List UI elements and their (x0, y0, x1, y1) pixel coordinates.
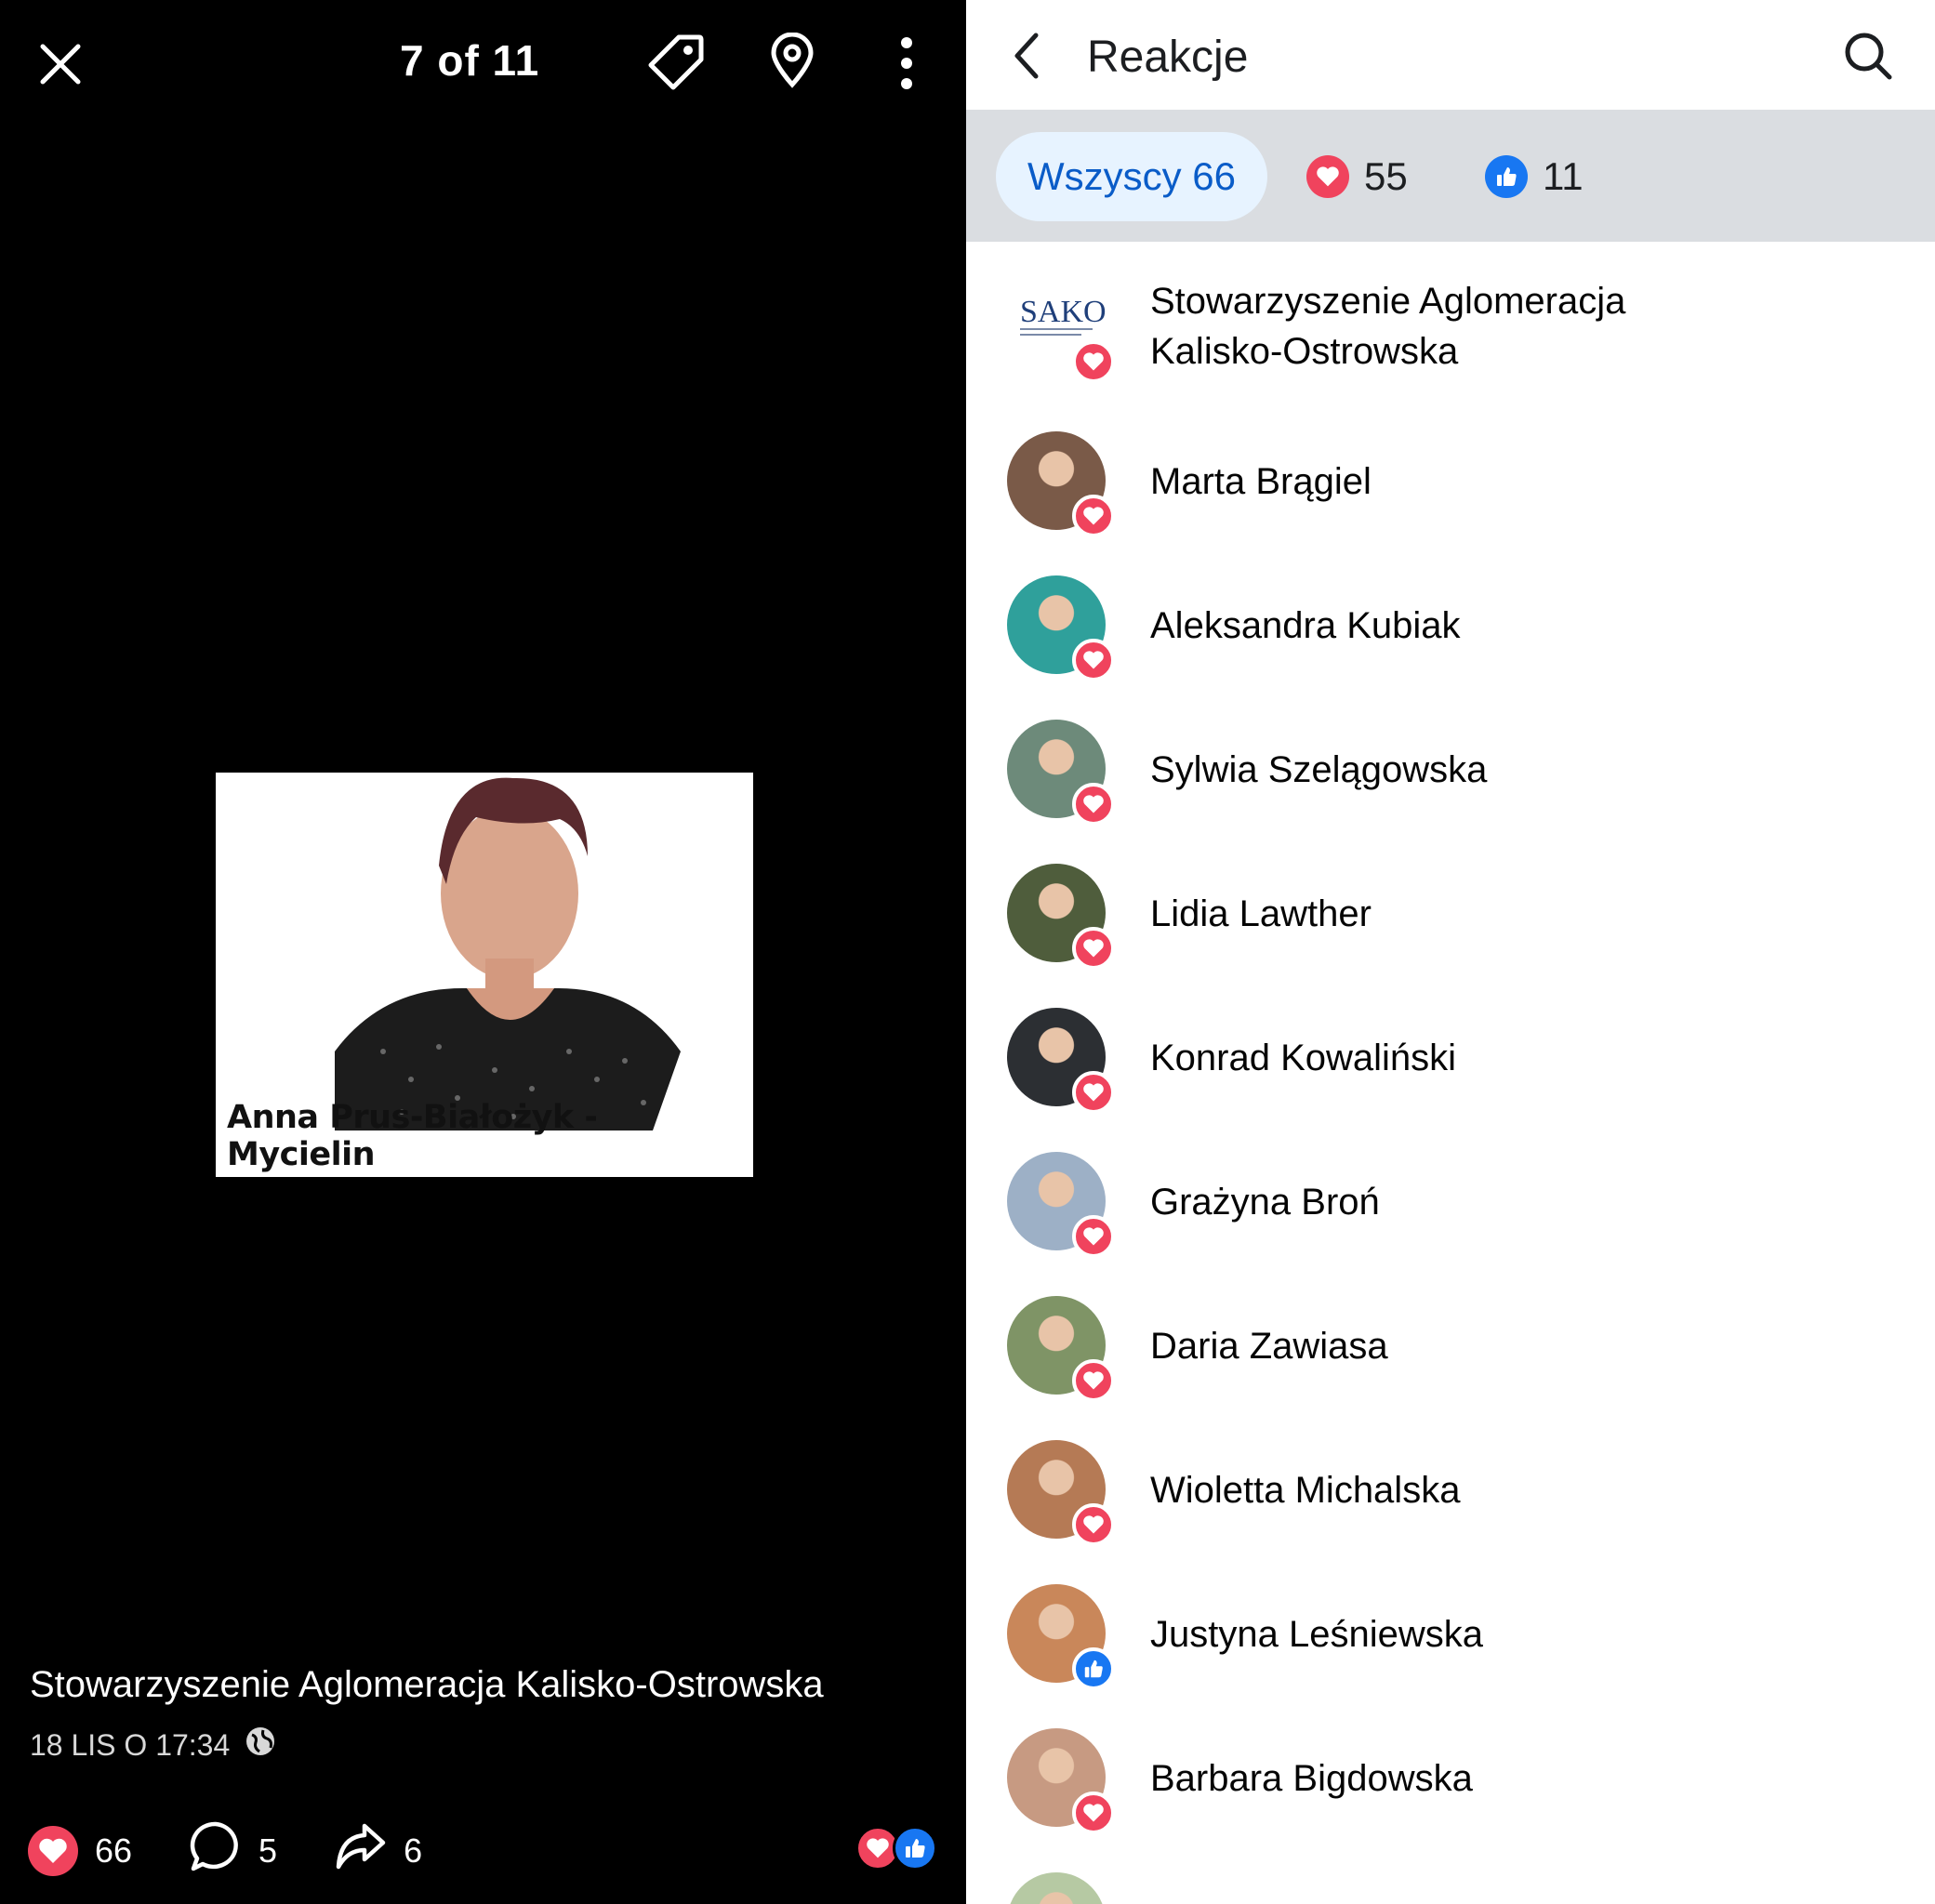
comments-count: 5 (258, 1831, 278, 1870)
reactor-name[interactable]: Lidia Lawther (1150, 889, 1372, 939)
reaction-row[interactable]: Konrad Kowaliński (966, 985, 1935, 1130)
viewer-toolbar: 7 of 11 (0, 0, 966, 130)
reactions-panel: Reakcje Wszyscy 66 55 11 SAKO Stowarzysze… (966, 0, 1935, 1904)
reaction-row[interactable]: Małgorzata Parczyńska (966, 1850, 1935, 1904)
like-badge-icon (1072, 1647, 1115, 1690)
reaction-button[interactable]: 66 (28, 1825, 133, 1876)
reactor-name[interactable]: Justyna Leśniewska (1150, 1609, 1483, 1659)
back-arrow-icon[interactable] (1007, 30, 1044, 82)
shares-count: 6 (404, 1831, 423, 1870)
search-icon[interactable] (1842, 30, 1894, 82)
close-icon[interactable] (33, 37, 87, 91)
reaction-filter-bar: Wszyscy 66 55 11 (966, 110, 1935, 242)
like-count: 11 (1543, 154, 1584, 198)
reactions-header: Reakcje (966, 0, 1935, 110)
reactor-name[interactable]: Sylwia Szelągowska (1150, 745, 1487, 795)
reactions-list: SAKO Stowarzyszenie Aglomeracja Kalisko-O… (966, 244, 1935, 1904)
share-button[interactable]: 6 (335, 1822, 422, 1879)
reactor-name[interactable]: Daria Zawiasa (1150, 1321, 1388, 1371)
love-badge-icon (1072, 639, 1115, 681)
love-badge-icon (1072, 1071, 1115, 1114)
globe-icon (245, 1726, 276, 1765)
reactor-name[interactable]: Stowarzyszenie Aglomeracja Kalisko-Ostro… (1150, 276, 1727, 377)
avatar[interactable] (1007, 1872, 1106, 1904)
comment-button[interactable]: 5 (190, 1820, 277, 1881)
like-icon (1485, 155, 1528, 198)
love-icon (1306, 155, 1349, 198)
photo-counter: 7 of 11 (400, 36, 540, 85)
svg-text:SAKO: SAKO (1020, 295, 1106, 329)
love-badge-icon (1072, 340, 1115, 383)
love-badge-icon (1072, 1792, 1115, 1834)
reactor-name[interactable]: Aleksandra Kubiak (1150, 601, 1461, 651)
reaction-row[interactable]: Daria Zawiasa (966, 1274, 1935, 1418)
reaction-row[interactable]: Justyna Leśniewska (966, 1562, 1935, 1706)
filter-like-chip[interactable]: 11 (1485, 132, 1584, 221)
post-meta: 18 LIS O 17:34 (30, 1726, 276, 1765)
reactor-name[interactable]: Grażyna Broń (1150, 1177, 1380, 1227)
love-badge-icon (1072, 1215, 1115, 1258)
love-icon (28, 1825, 78, 1876)
reactions-count: 66 (95, 1831, 133, 1870)
photo-caption: Anna Prus-Białożyk - Mycielin (227, 1099, 598, 1173)
reactor-name[interactable]: Konrad Kowaliński (1150, 1033, 1456, 1083)
tag-icon[interactable] (645, 32, 707, 93)
post-author[interactable]: Stowarzyszenie Aglomeracja Kalisko-Ostro… (30, 1664, 824, 1706)
share-icon (335, 1822, 387, 1879)
love-badge-icon (1072, 927, 1115, 970)
reactor-name[interactable]: Marta Brągiel (1150, 456, 1372, 507)
more-options-icon[interactable] (893, 35, 921, 91)
reactor-name[interactable]: Wioletta Michalska (1150, 1465, 1460, 1515)
filter-love-chip[interactable]: 55 (1306, 132, 1408, 221)
reaction-row[interactable]: Wioletta Michalska (966, 1418, 1935, 1562)
love-badge-icon (1072, 495, 1115, 537)
reaction-row[interactable]: Aleksandra Kubiak (966, 553, 1935, 697)
filter-all-chip[interactable]: Wszyscy 66 (996, 132, 1268, 221)
reaction-row[interactable]: Lidia Lawther (966, 841, 1935, 985)
reactor-name[interactable]: Małgorzata Parczyńska (1150, 1897, 1537, 1904)
post-actions: 66 5 6 (28, 1820, 480, 1881)
post-photo[interactable]: Anna Prus-Białożyk - Mycielin (216, 773, 753, 1177)
post-date: 18 LIS O 17:34 (30, 1727, 231, 1762)
like-icon (893, 1826, 937, 1871)
reaction-row[interactable]: Sylwia Szelągowska (966, 697, 1935, 841)
location-pin-icon[interactable] (768, 30, 816, 91)
reaction-row[interactable]: Marta Brągiel (966, 409, 1935, 553)
love-badge-icon (1072, 1503, 1115, 1546)
reactor-name[interactable]: Barbara Bigdowska (1150, 1753, 1473, 1804)
reaction-row[interactable]: Barbara Bigdowska (966, 1706, 1935, 1850)
love-badge-icon (1072, 783, 1115, 826)
reaction-row[interactable]: SAKO Stowarzyszenie Aglomeracja Kalisko-O… (966, 244, 1935, 409)
reaction-row[interactable]: Grażyna Broń (966, 1130, 1935, 1274)
love-badge-icon (1072, 1359, 1115, 1402)
love-count: 55 (1364, 154, 1408, 198)
reaction-summary[interactable] (855, 1826, 937, 1871)
photo-viewer: 7 of 11 Anna Prus-Białożyk - Mycielin St… (0, 0, 966, 1904)
reactions-title: Reakcje (1087, 33, 1249, 82)
comment-icon (190, 1820, 242, 1881)
